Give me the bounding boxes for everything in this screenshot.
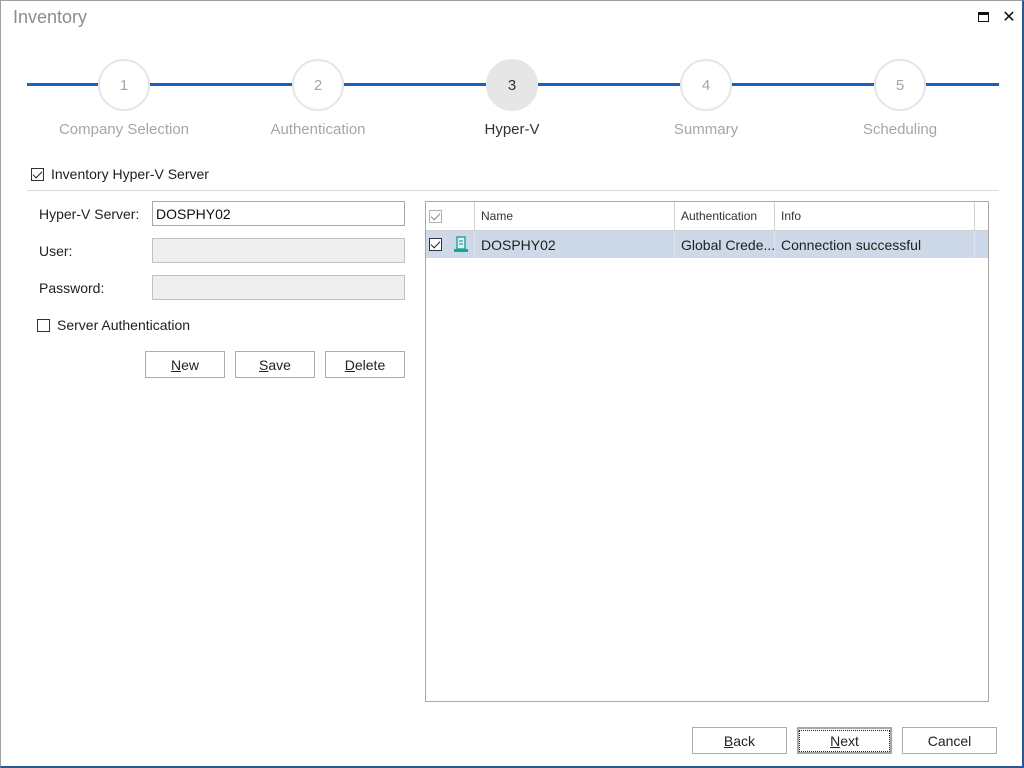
user-label: User: (39, 243, 73, 259)
save-button[interactable]: Save (235, 351, 315, 378)
step-hyper-v: 3 Hyper-V (432, 59, 592, 138)
server-icon (454, 236, 468, 252)
row-checkbox[interactable] (429, 238, 442, 251)
step-company-selection: 1 Company Selection (44, 59, 204, 138)
hyperv-server-input[interactable] (152, 201, 405, 226)
focus-rectangle: Next (799, 729, 890, 752)
next-accel: N (830, 732, 841, 749)
step-label: Scheduling (862, 121, 938, 138)
inventory-hyperv-label: Inventory Hyper-V Server (51, 166, 209, 182)
wizard-stepper: 1 Company Selection 2 Authentication 3 H… (27, 59, 999, 149)
save-label: ave (268, 356, 291, 373)
checkbox-unchecked-icon[interactable] (37, 318, 50, 332)
step-circle: 1 (98, 59, 150, 111)
password-label: Password: (39, 280, 105, 296)
user-input[interactable] (152, 238, 405, 263)
section-divider (27, 190, 999, 191)
close-button[interactable]: ✕ (999, 7, 1019, 27)
save-accel: S (259, 356, 269, 373)
delete-accel: D (344, 356, 355, 373)
checkbox-checked-icon[interactable] (31, 167, 44, 181)
delete-label: elete (354, 356, 386, 373)
server-authentication-label: Server Authentication (57, 317, 191, 333)
column-header-name[interactable]: Name (475, 202, 675, 230)
step-circle: 4 (680, 59, 732, 111)
row-info: Connection successful (775, 231, 975, 258)
row-name: DOSPHY02 (475, 231, 675, 258)
inventory-hyperv-checkbox[interactable]: Inventory Hyper-V Server (31, 166, 209, 182)
step-circle: 5 (874, 59, 926, 111)
step-label: Company Selection (58, 121, 190, 138)
hyperv-server-label: Hyper-V Server: (39, 206, 140, 222)
maximize-icon (977, 12, 989, 22)
back-accel: B (723, 732, 734, 749)
new-accel: N (170, 356, 182, 373)
step-authentication: 2 Authentication (238, 59, 398, 138)
close-icon: ✕ (1002, 9, 1016, 26)
row-authentication: Global Crede... (675, 231, 775, 258)
next-label: ext (840, 732, 859, 749)
new-label: ew (181, 356, 200, 373)
step-scheduling: 5 Scheduling (820, 59, 980, 138)
step-circle: 3 (486, 59, 538, 111)
back-button[interactable]: Back (692, 727, 787, 754)
next-button[interactable]: Next (797, 727, 892, 754)
password-input[interactable] (152, 275, 405, 300)
cancel-button[interactable]: Cancel (902, 727, 997, 754)
server-grid: Name Authentication Info DOSPHY02 Global… (425, 201, 989, 702)
column-header-info[interactable]: Info (775, 202, 975, 230)
step-label: Authentication (270, 121, 366, 138)
window-title: Inventory (13, 7, 88, 27)
step-label: Summary (673, 121, 739, 138)
inventory-window: Inventory ✕ 1 Company Selection 2 Authen… (0, 0, 1024, 768)
select-all-checkbox[interactable] (429, 209, 442, 223)
back-label: ack (733, 732, 756, 749)
select-all-column (426, 202, 475, 230)
row-filler (975, 231, 989, 258)
server-authentication-checkbox[interactable]: Server Authentication (37, 317, 190, 333)
row-select-cell (426, 231, 475, 258)
step-label: Hyper-V (484, 121, 540, 138)
table-row[interactable]: DOSPHY02 Global Crede... Connection succ… (426, 231, 988, 258)
new-button[interactable]: New (145, 351, 225, 378)
delete-button[interactable]: Delete (325, 351, 405, 378)
maximize-button[interactable] (973, 7, 993, 27)
step-summary: 4 Summary (626, 59, 786, 138)
grid-header: Name Authentication Info (426, 202, 988, 231)
step-circle: 2 (292, 59, 344, 111)
column-header-filler (975, 202, 989, 230)
column-header-authentication[interactable]: Authentication (675, 202, 775, 230)
